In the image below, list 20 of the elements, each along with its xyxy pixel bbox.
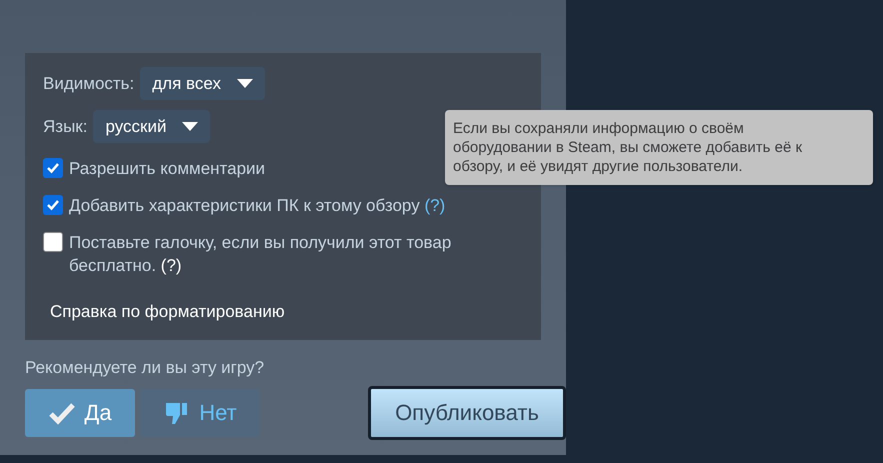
caret-icon — [236, 78, 253, 88]
visibility-dropdown[interactable]: для всех — [140, 67, 265, 100]
language-label: Язык: — [43, 116, 88, 138]
help-link[interactable]: (?) — [160, 256, 182, 275]
tooltip: Если вы сохраняли информацию о своём оборудовании в Steam, вы сможете добавить её к обзору, и её увидят другие пользователи. — [445, 110, 873, 185]
checkmark-icon — [46, 198, 60, 212]
help-link[interactable]: (?) — [424, 196, 446, 215]
checkbox-label: Разрешить комментарии — [69, 158, 266, 180]
caret-icon — [182, 122, 198, 132]
checkbox[interactable] — [43, 195, 63, 215]
language-dropdown[interactable]: русский — [93, 110, 210, 143]
visibility-label: Видимость: — [43, 72, 134, 95]
publish-button[interactable]: Опубликовать — [368, 386, 566, 440]
formatting-help-link[interactable]: Справка по форматированию — [50, 299, 285, 324]
checkbox-label: Поставьте галочку, если вы получили этот товар бесплатно. (?) — [69, 232, 452, 277]
checkmark-icon — [46, 161, 60, 175]
checkbox-label: Добавить характеристики ПК к этому обзору (?) — [69, 195, 446, 217]
checkbox[interactable] — [43, 158, 63, 178]
recommend-question: Рекомендуете ли вы эту игру? — [25, 357, 266, 379]
checkbox[interactable] — [43, 232, 63, 252]
